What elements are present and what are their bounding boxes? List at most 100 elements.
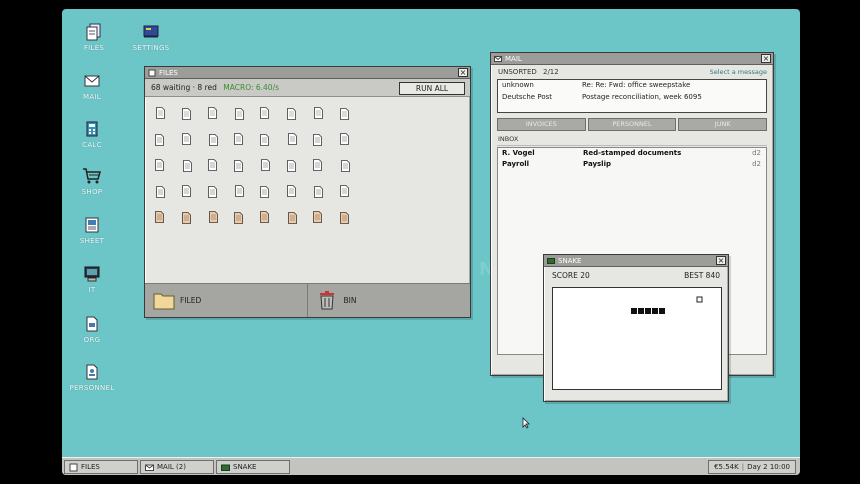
macro-rate: MACRO: 6.40/s bbox=[223, 83, 280, 92]
document-icon[interactable] bbox=[287, 185, 296, 197]
document-icon[interactable] bbox=[156, 186, 165, 198]
taskbar-item-snake[interactable]: SNAKE bbox=[216, 459, 290, 474]
document-icon[interactable] bbox=[314, 186, 323, 198]
desktop-icon-calc[interactable]: CALC bbox=[62, 120, 122, 149]
unsorted-message[interactable]: Deutsche Post Postage reconciliation, we… bbox=[502, 93, 702, 101]
document-icon[interactable] bbox=[235, 185, 244, 197]
document-icon[interactable] bbox=[235, 108, 244, 120]
desktop-icon-it[interactable]: IT bbox=[62, 265, 122, 294]
desktop-icon-settings[interactable]: SETTINGS bbox=[121, 23, 181, 52]
document-icon[interactable] bbox=[208, 186, 217, 198]
message-from: Payroll bbox=[502, 160, 530, 168]
document-icon[interactable] bbox=[341, 160, 350, 172]
document-icon[interactable] bbox=[155, 134, 164, 146]
desktop-icon-label: MAIL bbox=[83, 93, 101, 101]
snake-window[interactable]: SNAKE × SCORE 20 BEST 840 bbox=[543, 254, 729, 402]
snake-segment bbox=[645, 308, 651, 314]
select-hint: Select a message bbox=[709, 68, 767, 76]
snake-segment bbox=[659, 308, 665, 314]
document-icon[interactable] bbox=[156, 107, 165, 119]
document-icon[interactable] bbox=[287, 160, 296, 172]
desktop-icon-sheet[interactable]: SHEET bbox=[62, 216, 122, 245]
mail-icon bbox=[494, 56, 502, 62]
taskbar-item-label: MAIL (2) bbox=[157, 462, 186, 471]
document-icon[interactable] bbox=[234, 160, 243, 172]
red-document-icon[interactable] bbox=[313, 211, 322, 223]
document-icon[interactable] bbox=[182, 108, 191, 120]
desktop-icon-shop[interactable]: SHOP bbox=[62, 167, 122, 196]
tab-junk[interactable]: JUNK bbox=[678, 118, 768, 131]
document-icon[interactable] bbox=[261, 159, 270, 171]
personnel-icon bbox=[86, 364, 98, 380]
run-all-button[interactable]: RUN ALL bbox=[399, 82, 465, 95]
document-icon[interactable] bbox=[183, 160, 192, 172]
desktop-icon-org[interactable]: ORG bbox=[62, 315, 122, 344]
tab-invoices[interactable]: INVOICES bbox=[497, 118, 586, 131]
document-icon[interactable] bbox=[314, 107, 323, 119]
taskbar-item-mail[interactable]: MAIL (2) bbox=[140, 459, 214, 474]
red-document-icon[interactable] bbox=[260, 211, 269, 223]
computer-icon bbox=[84, 266, 100, 282]
document-icon[interactable] bbox=[182, 185, 191, 197]
desktop-icon-label: PERSONNEL bbox=[69, 384, 115, 392]
document-icon[interactable] bbox=[340, 185, 349, 197]
queue-status: 68 waiting · 8 red bbox=[151, 83, 217, 92]
document-icon[interactable] bbox=[208, 159, 217, 171]
desktop-icon-mail[interactable]: MAIL bbox=[62, 72, 122, 101]
message-from: R. Vogel bbox=[502, 149, 535, 157]
close-button[interactable]: × bbox=[716, 256, 726, 265]
close-button[interactable]: × bbox=[458, 68, 468, 77]
red-document-icon[interactable] bbox=[155, 211, 164, 223]
desktop-icon-files[interactable]: FILES bbox=[64, 23, 124, 52]
snake-segment bbox=[638, 308, 644, 314]
document-icon[interactable] bbox=[313, 134, 322, 146]
red-document-icon[interactable] bbox=[234, 212, 243, 224]
document-icon[interactable] bbox=[209, 134, 218, 146]
desktop-icon-personnel[interactable]: PERSONNEL bbox=[62, 363, 122, 392]
document-icon[interactable] bbox=[313, 159, 322, 171]
document-icon[interactable] bbox=[287, 108, 296, 120]
document-icon[interactable] bbox=[208, 107, 217, 119]
desktop-icon-label: ORG bbox=[83, 336, 101, 344]
window-title: FILES bbox=[159, 69, 178, 77]
document-icon[interactable] bbox=[182, 133, 191, 145]
inbox-message[interactable]: R. Vogel Red-stamped documents d2 bbox=[501, 149, 763, 160]
taskbar-item-label: SNAKE bbox=[233, 462, 257, 471]
desktop-icon-label: SHOP bbox=[81, 188, 103, 196]
desktop-icon-label: IT bbox=[88, 286, 96, 294]
drop-targets: FILED BIN bbox=[145, 283, 470, 317]
document-icon[interactable] bbox=[260, 186, 269, 198]
taskbar: FILES MAIL (2) SNAKE €5.54K | Day 2 10:00 bbox=[62, 457, 800, 475]
red-document-icon[interactable] bbox=[340, 212, 349, 224]
inbox-message[interactable]: Payroll Payslip d2 bbox=[501, 160, 763, 171]
document-icon[interactable] bbox=[340, 133, 349, 145]
window-title: MAIL bbox=[505, 55, 522, 63]
red-document-icon[interactable] bbox=[288, 212, 297, 224]
desktop-icon-label: CALC bbox=[82, 141, 102, 149]
document-icon[interactable] bbox=[288, 133, 297, 145]
document-icon[interactable] bbox=[260, 134, 269, 146]
taskbar-item-files[interactable]: FILES bbox=[64, 459, 138, 474]
snake-board bbox=[631, 296, 703, 314]
document-icon[interactable] bbox=[155, 159, 164, 171]
files-icon bbox=[69, 463, 78, 471]
filed-drop-zone[interactable]: FILED bbox=[145, 284, 307, 317]
snake-segment bbox=[652, 308, 658, 314]
tab-personnel[interactable]: PERSONNEL bbox=[587, 118, 677, 131]
files-window[interactable]: FILES × 68 waiting · 8 red MACRO: 6.40/s… bbox=[144, 66, 471, 318]
message-day: d2 bbox=[752, 149, 761, 157]
unsorted-message[interactable]: unknown Re: Re: Fwd: office sweepstake bbox=[502, 81, 690, 89]
files-titlebar[interactable]: FILES × bbox=[145, 67, 470, 79]
red-document-icon[interactable] bbox=[182, 212, 191, 224]
mail-titlebar[interactable]: MAIL × bbox=[491, 53, 773, 65]
mouse-cursor-icon bbox=[522, 417, 530, 429]
close-button[interactable]: × bbox=[761, 54, 771, 63]
document-icon[interactable] bbox=[234, 133, 243, 145]
document-icon[interactable] bbox=[260, 107, 269, 119]
snake-titlebar[interactable]: SNAKE × bbox=[544, 255, 728, 267]
red-document-icon[interactable] bbox=[209, 211, 218, 223]
bin-drop-zone[interactable]: BIN bbox=[306, 284, 471, 317]
snake-playfield[interactable] bbox=[552, 287, 722, 390]
document-icon[interactable] bbox=[340, 108, 349, 120]
unsorted-count: 2/12 bbox=[543, 68, 559, 76]
